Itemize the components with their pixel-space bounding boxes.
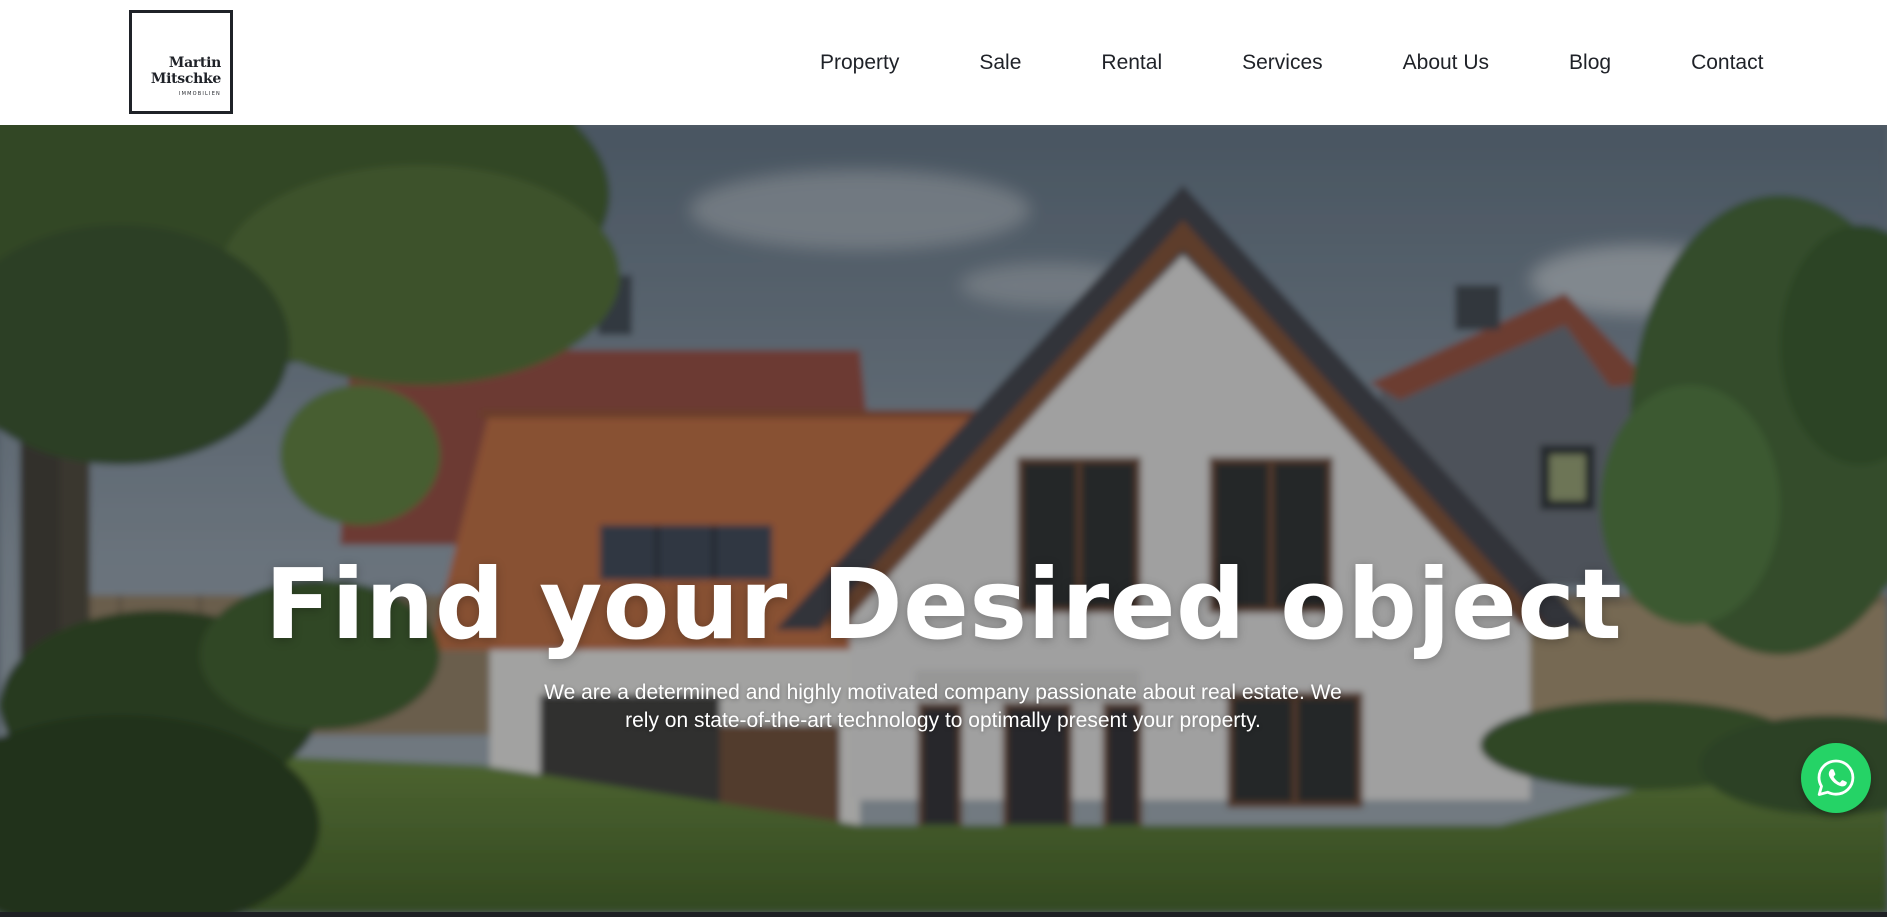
hero-dark-overlay [0, 125, 1887, 912]
nav-item-about-us[interactable]: About Us [1403, 51, 1489, 75]
logo[interactable]: Martin Mitschke IMMOBILIEN [129, 10, 233, 114]
hero-section: Find your Desired object We are a determ… [0, 125, 1887, 912]
nav-item-sale[interactable]: Sale [979, 51, 1021, 75]
nav-item-contact[interactable]: Contact [1691, 51, 1763, 75]
logo-name-first: Martin [168, 55, 221, 71]
hero-description: We are a determined and highly motivated… [544, 681, 1342, 732]
main-nav: Property Sale Rental Services About Us B… [780, 0, 1803, 125]
nav-item-rental[interactable]: Rental [1101, 51, 1162, 75]
site-header: Martin Mitschke IMMOBILIEN Property Sale… [0, 0, 1887, 125]
nav-item-blog[interactable]: Blog [1569, 51, 1611, 75]
bottom-divider [0, 912, 1887, 917]
logo-subtitle: IMMOBILIEN [178, 91, 221, 97]
whatsapp-icon [1817, 759, 1855, 796]
hero-title: Find your Desired object [264, 548, 1623, 661]
logo-name-last: Mitschke [150, 71, 221, 87]
nav-item-services[interactable]: Services [1242, 51, 1323, 75]
nav-item-property[interactable]: Property [820, 51, 899, 75]
whatsapp-button[interactable] [1801, 743, 1871, 813]
